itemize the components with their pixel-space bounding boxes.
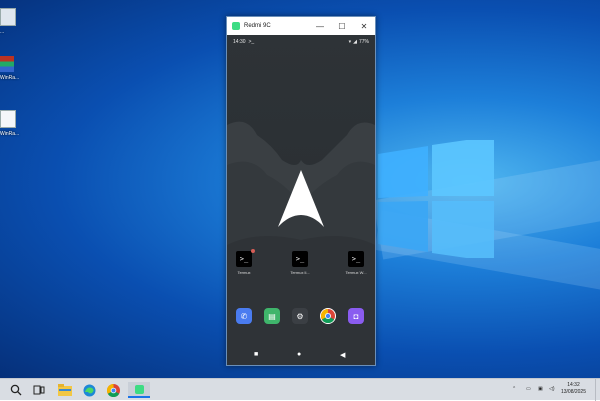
- display-icon[interactable]: ▭: [526, 386, 531, 392]
- home-button[interactable]: ●: [297, 351, 301, 358]
- status-bar: 14:30 >_ ▾ ◢ 77%: [227, 35, 375, 49]
- app-termux-w[interactable]: >_ Termux W...: [339, 251, 373, 275]
- status-time: 14:30: [233, 39, 246, 45]
- desktop-icon-file[interactable]: ...: [0, 8, 22, 35]
- phone-screen[interactable]: 14:30 >_ ▾ ◢ 77% >_ Termux >_ Termux li.…: [227, 35, 375, 365]
- chrome-icon[interactable]: [105, 382, 121, 398]
- file-icon: [0, 8, 16, 26]
- show-desktop-button[interactable]: [595, 379, 600, 401]
- app-termux[interactable]: >_ Termux: [227, 251, 261, 275]
- notification-badge: [251, 249, 255, 253]
- window-titlebar[interactable]: Redmi 9C — ☐ ✕: [227, 17, 375, 35]
- messages-icon[interactable]: ▤: [264, 308, 280, 324]
- taskbar: ⌃ ▭ ▣ ◁) 14:32 13/08/2025: [0, 378, 600, 401]
- edge-icon[interactable]: [81, 382, 97, 398]
- system-clock[interactable]: 14:32 13/08/2025: [561, 382, 586, 396]
- terminal-icon: >_: [348, 251, 364, 267]
- signal-icon: ◢: [353, 39, 357, 45]
- winrar-icon: [0, 56, 14, 72]
- battery-level: 77%: [358, 39, 369, 45]
- recents-button[interactable]: ■: [254, 351, 258, 358]
- close-button[interactable]: ✕: [353, 17, 375, 35]
- scrcpy-window[interactable]: Redmi 9C — ☐ ✕ 14:30 >_ ▾ ◢ 77% >_ Termu…: [226, 16, 376, 366]
- desktop-icon-winrar-2[interactable]: WinRa...: [0, 110, 22, 137]
- camera-icon[interactable]: ◘: [348, 308, 364, 324]
- search-icon[interactable]: [8, 382, 24, 398]
- terminal-icon: >_: [292, 251, 308, 267]
- back-button[interactable]: ◀: [340, 351, 345, 359]
- file-explorer-icon[interactable]: [57, 382, 73, 398]
- volume-icon[interactable]: ◁): [549, 386, 555, 392]
- terminal-icon: >_: [236, 251, 252, 267]
- settings-icon[interactable]: ⚙: [292, 308, 308, 324]
- clock-time: 14:32: [567, 382, 580, 388]
- app-termux-li[interactable]: >_ Termux li...: [283, 251, 317, 275]
- chrome-icon[interactable]: [320, 308, 336, 324]
- window-title: Redmi 9C: [244, 23, 271, 29]
- document-icon: [0, 110, 16, 128]
- task-view-icon[interactable]: [31, 382, 47, 398]
- android-icon: [134, 384, 144, 394]
- minimize-button[interactable]: —: [309, 17, 331, 35]
- terminal-notification-icon: >_: [248, 39, 255, 45]
- wifi-icon: ▾: [348, 39, 352, 45]
- clock-date: 13/08/2025: [560, 389, 586, 395]
- network-icon[interactable]: ▣: [538, 386, 543, 392]
- scrcpy-taskbar-button[interactable]: [128, 382, 150, 398]
- windows-logo: [378, 140, 494, 258]
- phone-icon[interactable]: ✆: [236, 308, 252, 324]
- desktop-icon-winrar-1[interactable]: WinRa...: [0, 56, 22, 81]
- maximize-button[interactable]: ☐: [331, 17, 353, 35]
- android-icon: [232, 22, 240, 30]
- chevron-up-icon[interactable]: ⌃: [512, 386, 516, 392]
